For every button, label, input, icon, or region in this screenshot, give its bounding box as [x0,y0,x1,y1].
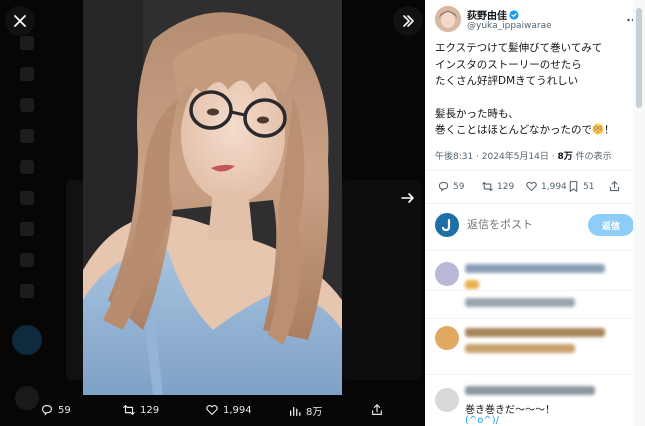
background-feed [66,180,84,380]
media-repost-count: 129 [140,404,160,416]
tweet-text: エクステつけて髪伸びて巻いてみて インスタのストーリーのせたら たくさん好評DM… [435,40,635,139]
repost-count: 129 [497,181,515,192]
verified-badge-icon [509,10,519,20]
divider [425,250,645,251]
media-views-button[interactable]: 8万 [288,403,322,418]
tweet-views-label: 件の表示 [572,152,612,162]
close-icon [14,15,26,27]
media-reply-count: 59 [58,404,71,416]
blurred-reply-header [465,264,605,273]
repost-icon [482,181,493,192]
divider [425,290,645,291]
media-viewer: 59 129 1,994 8万 [0,0,425,426]
media-action-bar: 59 129 1,994 8万 [0,396,425,426]
author-handle[interactable]: @yuka_ippaiwarae [467,21,552,31]
blurred-reply-header [465,386,595,395]
expand-panel-button[interactable] [393,6,423,36]
bookmark-icon [569,181,578,192]
tweet-line: 髪長かった時も、 [435,107,519,120]
media-like-button[interactable]: 1,994 [205,403,252,417]
divider [425,374,645,375]
flushed-face-emoji-icon [592,123,604,135]
author-name[interactable]: 荻野由佳 [467,7,519,22]
media-reply-button[interactable]: 59 [40,403,71,417]
like-count: 1,994 [541,181,567,192]
reply-text: 巻き巻きだ〜〜〜！ [465,405,555,416]
reply-icon [438,181,449,192]
tweet-detail-panel: 荻野由佳 @yuka_ippaiwarae エクステつけて髪伸びて巻いてみて イ… [425,0,645,426]
chevrons-right-icon [403,15,414,27]
like-button[interactable]: 1,994 [525,180,567,193]
reply-avatar[interactable] [435,326,459,350]
tweet-line-with-emoji: 巻くことはほとんどなかったので！ [435,123,615,136]
current-user-avatar[interactable] [435,213,459,237]
reply-text: (^o^)/ [465,415,500,426]
heart-icon [206,405,218,415]
tweet-views-count: 8万 [557,152,573,162]
background-compose-button [12,325,42,355]
scrollbar-thumb[interactable] [636,8,642,108]
blurred-reply-body [465,280,479,289]
blurred-reply-header [465,328,605,337]
close-button[interactable] [5,6,35,36]
tweet-action-bar: 59 129 1,994 51 [425,175,645,199]
tweet-meta: 午後8:31 · 2024年5月14日 · 8万 件の表示 [435,149,612,162]
bookmark-count: 51 [583,181,595,192]
scrollbar[interactable] [633,0,645,426]
media-like-count: 1,994 [223,404,252,416]
reply-avatar[interactable] [435,262,459,286]
blurred-reply-header [465,298,575,307]
tweet-line: たくさん好評DMきてうれしい [435,75,579,87]
reply-count: 59 [453,181,465,192]
tweet-photo[interactable] [83,0,342,395]
reply-button[interactable]: 59 [437,180,464,193]
tweet-line: エクステつけて髪伸びて巻いてみて [435,42,603,54]
repost-button[interactable]: 129 [481,180,514,193]
next-image-button[interactable] [393,183,423,213]
reply-icon [42,405,52,416]
reply-composer: 返信 [435,213,635,239]
repost-icon [123,405,135,415]
tweet-line: インスタのストーリーのせたら [435,58,582,71]
author-block: 荻野由佳 @yuka_ippaiwarae [435,6,639,36]
arrow-right-icon [401,193,414,203]
media-repost-button[interactable]: 129 [122,403,159,417]
reply-avatar[interactable] [435,388,459,412]
divider [425,170,645,171]
bookmark-button[interactable]: 51 [567,180,594,193]
reply-input[interactable] [467,218,587,231]
media-share-button[interactable] [370,403,384,417]
reply-submit-button[interactable]: 返信 [588,214,634,236]
tweet-timestamp[interactable]: 午後8:31 · 2024年5月14日 · [435,152,557,162]
divider [425,203,645,204]
author-avatar[interactable] [435,6,461,32]
media-views-count: 8万 [306,407,323,418]
heart-icon [526,181,537,192]
share-button[interactable] [608,180,621,193]
share-icon [609,181,620,192]
blurred-reply-body [465,344,575,353]
divider [425,318,645,319]
share-icon [372,404,382,415]
background-nav [12,36,42,315]
bar-chart-icon [289,406,301,416]
